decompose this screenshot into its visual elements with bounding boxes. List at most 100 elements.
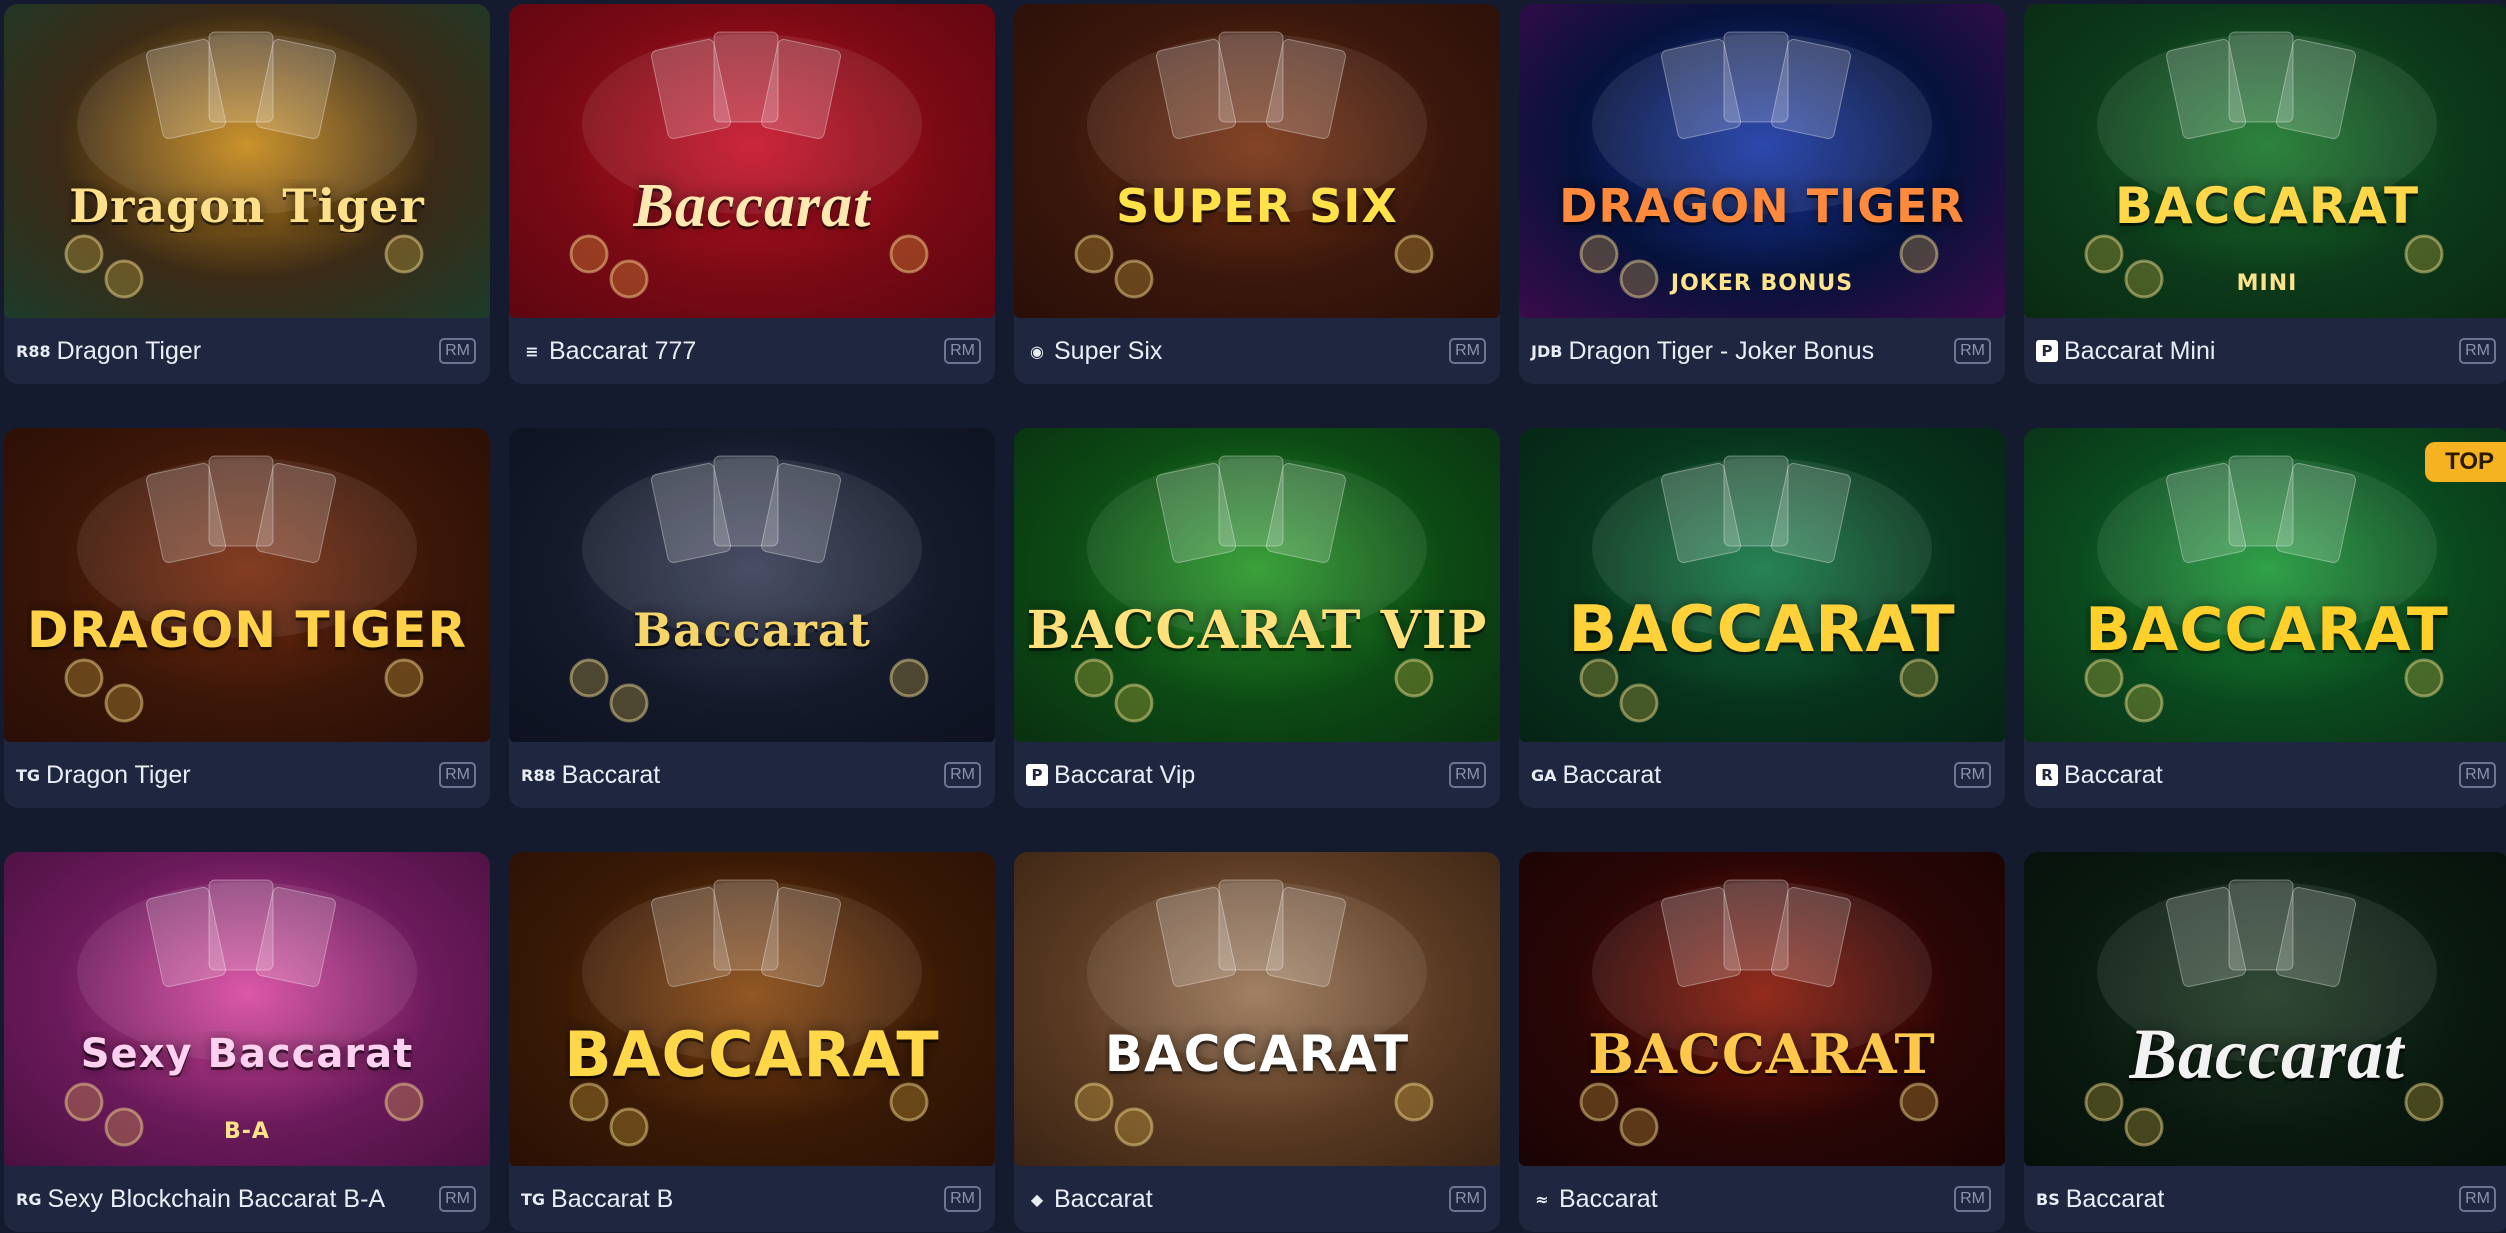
currency-badge: RM: [439, 338, 476, 364]
thumbnail-artwork: [1579, 879, 1939, 1147]
game-meta: ≡ Baccarat 777 RM: [509, 318, 995, 384]
game-card[interactable]: Sexy Baccarat B-A RG Sexy Blockchain Baccar…: [4, 852, 490, 1232]
game-meta: RG Sexy Blockchain Baccarat B-A RM: [4, 1166, 490, 1232]
game-thumbnail[interactable]: DRAGON TIGER: [4, 428, 490, 742]
game-name[interactable]: Baccarat B: [551, 1185, 944, 1214]
game-art-title: Baccarat: [2129, 1013, 2405, 1094]
game-art-title: Sexy Baccarat: [80, 1031, 414, 1077]
game-card[interactable]: DRAGON TIGER TG Dragon Tiger RM: [4, 428, 490, 808]
game-meta: R Baccarat RM: [2024, 742, 2506, 808]
game-art-title: BACCARAT VIP: [1026, 599, 1488, 661]
provider-logo-icon: P: [2036, 340, 2058, 362]
game-art-title: BACCARAT: [1104, 1025, 1410, 1083]
thumbnail-artwork: [1074, 31, 1434, 299]
game-meta: ≈ Baccarat RM: [1519, 1166, 2005, 1232]
game-card[interactable]: DRAGON TIGER JOKER BONUS JDB Dragon Tiger -…: [1519, 4, 2005, 384]
game-card[interactable]: Baccarat BS Baccarat RM: [2024, 852, 2506, 1232]
game-meta: TG Dragon Tiger RM: [4, 742, 490, 808]
currency-badge: RM: [1954, 762, 1991, 788]
game-thumbnail[interactable]: BACCARAT MINI: [2024, 4, 2506, 318]
game-name[interactable]: Baccarat: [562, 761, 945, 790]
provider-logo-icon: R88: [16, 341, 51, 361]
game-thumbnail[interactable]: BACCARAT: [1519, 852, 2005, 1166]
currency-badge: RM: [1954, 1186, 1991, 1212]
game-thumbnail[interactable]: BACCARAT VIP: [1014, 428, 1500, 742]
game-card[interactable]: SUPER SIX ◉ Super Six RM: [1014, 4, 1500, 384]
game-thumbnail[interactable]: Baccarat: [509, 4, 995, 318]
game-art-title: DRAGON TIGER: [27, 601, 467, 659]
game-thumbnail[interactable]: Dragon Tiger: [4, 4, 490, 318]
game-card[interactable]: BACCARAT MINI P Baccarat Mini RM: [2024, 4, 2506, 384]
game-meta: ◆ Baccarat RM: [1014, 1166, 1500, 1232]
provider-logo-icon: ◆: [1030, 1189, 1044, 1209]
provider-logo-icon: BS: [2036, 1189, 2060, 1209]
currency-badge: RM: [1449, 1186, 1486, 1212]
game-thumbnail[interactable]: Baccarat: [2024, 852, 2506, 1166]
game-card[interactable]: BACCARAT VIP P Baccarat Vip RM: [1014, 428, 1500, 808]
game-meta: P Baccarat Mini RM: [2024, 318, 2506, 384]
game-name[interactable]: Baccarat: [1563, 761, 1955, 790]
game-thumbnail[interactable]: BACCARAT: [509, 852, 995, 1166]
thumbnail-artwork: [1579, 455, 1939, 723]
game-name[interactable]: Baccarat: [1559, 1185, 1954, 1214]
game-name[interactable]: Baccarat: [1054, 1185, 1449, 1214]
game-name[interactable]: Sexy Blockchain Baccarat B-A: [47, 1185, 439, 1214]
game-card[interactable]: Dragon Tiger R88 Dragon Tiger RM: [4, 4, 490, 384]
game-thumbnail[interactable]: BACCARAT: [1519, 428, 2005, 742]
game-meta: R88 Baccarat RM: [509, 742, 995, 808]
currency-badge: RM: [1449, 338, 1486, 364]
game-meta: BS Baccarat RM: [2024, 1166, 2506, 1232]
thumbnail-artwork: [569, 879, 929, 1147]
game-meta: TG Baccarat B RM: [509, 1166, 995, 1232]
game-name[interactable]: Baccarat: [2066, 1185, 2459, 1214]
provider-logo-icon: P: [1026, 764, 1048, 786]
thumbnail-artwork: [569, 455, 929, 723]
currency-badge: RM: [1449, 762, 1486, 788]
game-art-subtitle: JOKER BONUS: [1670, 271, 1854, 296]
game-art-title: BACCARAT: [2114, 177, 2420, 235]
game-art-subtitle: B-A: [224, 1119, 270, 1144]
currency-badge: RM: [2459, 762, 2496, 788]
game-name[interactable]: Baccarat Vip: [1054, 761, 1449, 790]
game-name[interactable]: Dragon Tiger: [46, 761, 439, 790]
thumbnail-artwork: [64, 455, 424, 723]
game-card[interactable]: Baccarat ≡ Baccarat 777 RM: [509, 4, 995, 384]
game-card[interactable]: BACCARAT TG Baccarat B RM: [509, 852, 995, 1232]
game-meta: JDB Dragon Tiger - Joker Bonus RM: [1519, 318, 2005, 384]
provider-logo-icon: RG: [16, 1189, 42, 1209]
game-card[interactable]: BACCARAT GA Baccarat RM: [1519, 428, 2005, 808]
game-thumbnail[interactable]: Sexy Baccarat B-A: [4, 852, 490, 1166]
game-card[interactable]: BACCARAT TOP R Baccarat RM: [2024, 428, 2506, 808]
currency-badge: RM: [1954, 338, 1991, 364]
game-thumbnail[interactable]: BACCARAT TOP: [2024, 428, 2506, 742]
thumbnail-artwork: [1074, 455, 1434, 723]
game-name[interactable]: Dragon Tiger - Joker Bonus: [1568, 337, 1954, 366]
currency-badge: RM: [2459, 338, 2496, 364]
game-thumbnail[interactable]: SUPER SIX: [1014, 4, 1500, 318]
provider-logo-icon: R: [2036, 764, 2058, 786]
game-thumbnail[interactable]: Baccarat: [509, 428, 995, 742]
provider-logo-icon: ≈: [1535, 1189, 1549, 1209]
game-meta: ◉ Super Six RM: [1014, 318, 1500, 384]
game-art-title: BACCARAT: [1568, 593, 1956, 667]
game-name[interactable]: Dragon Tiger: [57, 337, 440, 366]
thumbnail-artwork: [569, 31, 929, 299]
game-thumbnail[interactable]: BACCARAT: [1014, 852, 1500, 1166]
game-art-title: DRAGON TIGER: [1559, 179, 1965, 233]
game-name[interactable]: Baccarat 777: [549, 337, 944, 366]
provider-logo-icon: ◉: [1030, 341, 1044, 361]
game-name[interactable]: Super Six: [1054, 337, 1449, 366]
game-thumbnail[interactable]: DRAGON TIGER JOKER BONUS: [1519, 4, 2005, 318]
game-meta: P Baccarat Vip RM: [1014, 742, 1500, 808]
game-card[interactable]: Baccarat R88 Baccarat RM: [509, 428, 995, 808]
game-name[interactable]: Baccarat Mini: [2064, 337, 2459, 366]
top-badge: TOP: [2425, 442, 2506, 482]
game-name[interactable]: Baccarat: [2064, 761, 2459, 790]
game-grid: Dragon Tiger R88 Dragon Tiger RM Baccarat ≡ Ba…: [0, 0, 2506, 1233]
game-card[interactable]: BACCARAT ≈ Baccarat RM: [1519, 852, 2005, 1232]
game-art-title: Baccarat: [632, 171, 872, 240]
currency-badge: RM: [944, 338, 981, 364]
game-art-title: BACCARAT: [1588, 1022, 1936, 1086]
game-card[interactable]: BACCARAT ◆ Baccarat RM: [1014, 852, 1500, 1232]
currency-badge: RM: [2459, 1186, 2496, 1212]
